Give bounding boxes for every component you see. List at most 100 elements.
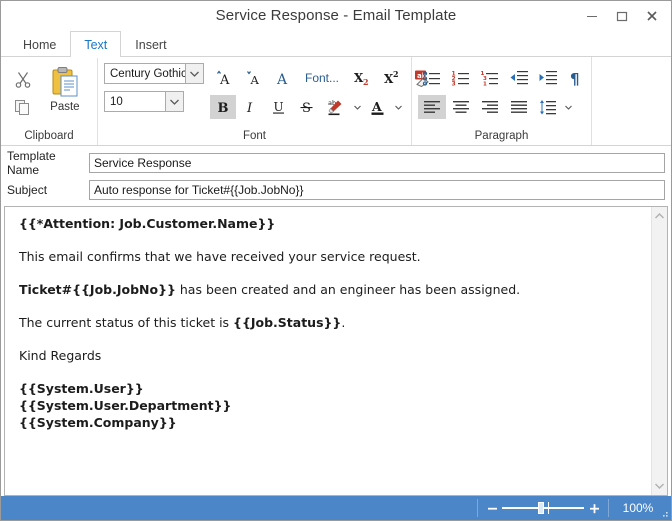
subscript-button[interactable]: X 2	[348, 66, 376, 90]
tab-text[interactable]: Text	[70, 31, 122, 58]
change-case-icon: A	[276, 72, 288, 87]
tab-text-label: Text	[84, 37, 108, 52]
svg-text:A: A	[371, 99, 382, 114]
zoom-in-button[interactable]	[586, 500, 602, 516]
font-color-icon: A	[371, 99, 384, 115]
editor-vertical-scrollbar[interactable]	[651, 207, 667, 495]
close-button[interactable]	[637, 3, 667, 29]
superscript-button[interactable]: X 2	[378, 66, 406, 90]
font-row-top: A A A Font... X 2 X 2 ab	[210, 66, 436, 90]
svg-text:A: A	[250, 73, 260, 87]
line-spacing-dropdown-arrow[interactable]	[563, 95, 574, 119]
change-case-button[interactable]: A	[270, 66, 296, 90]
strikethrough-icon: S	[300, 101, 313, 116]
email-template-window: Service Response - Email Template Home T…	[0, 0, 672, 521]
minus-icon	[487, 507, 497, 510]
font-combo-column: Century Gothic 10	[104, 63, 204, 112]
zoom-out-button[interactable]	[484, 500, 500, 516]
show-formatting-marks-button[interactable]: ¶	[563, 66, 589, 90]
ribbon: Paste Clipboard Century Gothic 10 A A A …	[1, 57, 671, 146]
font-name-dropdown-arrow[interactable]	[185, 64, 203, 83]
decrease-indent-icon	[510, 71, 528, 85]
signature-line-department: {{System.User.Department}}	[19, 398, 232, 413]
copy-button[interactable]	[8, 93, 38, 121]
subject-input[interactable]: Auto response for Ticket#{{Job.JobNo}}	[89, 180, 665, 200]
increase-indent-button[interactable]	[534, 66, 562, 90]
text-highlight-button[interactable]: ab	[322, 95, 350, 119]
italic-button[interactable]: I	[238, 95, 264, 119]
zoom-track[interactable]	[500, 500, 586, 516]
template-name-label: Template Name	[7, 149, 56, 177]
svg-text:2: 2	[363, 77, 369, 87]
paragraph-group-label: Paragraph	[474, 130, 529, 142]
maximize-button[interactable]	[607, 3, 637, 29]
underline-icon: U	[273, 100, 284, 114]
ribbon-tabstrip: Home Text Insert	[1, 30, 671, 58]
align-left-button[interactable]	[418, 95, 446, 119]
ribbon-group-empty	[591, 57, 671, 145]
font-name-combo[interactable]: Century Gothic	[104, 63, 204, 84]
ribbon-group-clipboard: Paste Clipboard	[1, 57, 97, 145]
zoom-slider[interactable]	[477, 499, 609, 517]
statusbar: 100%	[1, 496, 671, 520]
bullet-list-icon	[422, 71, 440, 86]
tab-home-label: Home	[23, 37, 57, 52]
multilevel-list-button[interactable]: 131	[476, 66, 504, 90]
align-right-icon	[482, 101, 498, 113]
line-spacing-icon	[540, 100, 556, 115]
chevron-down-icon	[354, 105, 361, 110]
ribbon-group-paragraph: 123 131 ¶ Paragraph	[411, 57, 591, 145]
svg-text:2: 2	[393, 69, 399, 79]
align-center-button[interactable]	[447, 95, 475, 119]
svg-text:U: U	[274, 100, 284, 114]
template-fields: Template Name Service Response Subject A…	[1, 146, 671, 206]
justify-icon	[511, 101, 527, 113]
font-group-label: Font	[242, 130, 266, 142]
font-dialog-label: Font...	[305, 71, 340, 85]
bullets-button[interactable]	[418, 66, 446, 90]
resize-grip-icon[interactable]	[659, 509, 669, 519]
chevron-up-icon	[655, 213, 664, 219]
underline-button[interactable]: U	[266, 95, 292, 119]
line-spacing-button[interactable]	[534, 95, 562, 119]
svg-text:1: 1	[483, 82, 487, 88]
clipboard-small-buttons	[7, 63, 39, 121]
text-highlight-dropdown-arrow[interactable]	[352, 95, 363, 119]
pilcrow-icon: ¶	[570, 70, 580, 87]
numbering-button[interactable]: 123	[447, 66, 475, 90]
tab-home[interactable]: Home	[9, 31, 70, 57]
scroll-down-button[interactable]	[652, 479, 667, 493]
svg-text:A: A	[276, 72, 288, 87]
bold-button[interactable]: B	[210, 95, 236, 119]
zoom-thumb[interactable]	[538, 502, 544, 514]
paragraph-row-bottom	[418, 95, 589, 119]
template-name-input[interactable]: Service Response	[89, 153, 665, 173]
close-icon	[647, 10, 657, 21]
font-dialog-button[interactable]: Font...	[298, 66, 346, 90]
paragraph-row-top: 123 131 ¶	[418, 66, 589, 90]
strikethrough-button[interactable]: S	[294, 95, 320, 119]
clipboard-group-label: Clipboard	[24, 130, 74, 142]
paste-button[interactable]: Paste	[39, 63, 91, 113]
svg-text:B: B	[218, 101, 229, 116]
email-body-editor[interactable]: {{*Attention: Job.Customer.Name}} This e…	[5, 207, 651, 495]
minimize-button[interactable]	[577, 3, 607, 29]
minimize-icon	[587, 15, 597, 17]
align-right-button[interactable]	[476, 95, 504, 119]
increase-indent-icon	[539, 71, 557, 85]
scroll-up-button[interactable]	[652, 209, 667, 223]
font-color-dropdown-arrow[interactable]	[393, 95, 404, 119]
font-color-button[interactable]: A	[365, 95, 391, 119]
shrink-font-button[interactable]: A	[240, 66, 268, 90]
grow-font-button[interactable]: A	[210, 66, 238, 90]
align-left-icon	[424, 101, 440, 113]
bold-icon: B	[218, 101, 229, 116]
font-button-rows: A A A Font... X 2 X 2 ab B I U S ab A	[210, 63, 436, 119]
justify-button[interactable]	[505, 95, 533, 119]
cut-button[interactable]	[8, 65, 38, 93]
tab-insert[interactable]: Insert	[121, 31, 180, 57]
font-size-dropdown-arrow[interactable]	[165, 92, 183, 111]
font-size-combo[interactable]: 10	[104, 91, 184, 112]
multilevel-list-icon: 131	[481, 71, 498, 88]
decrease-indent-button[interactable]	[505, 66, 533, 90]
